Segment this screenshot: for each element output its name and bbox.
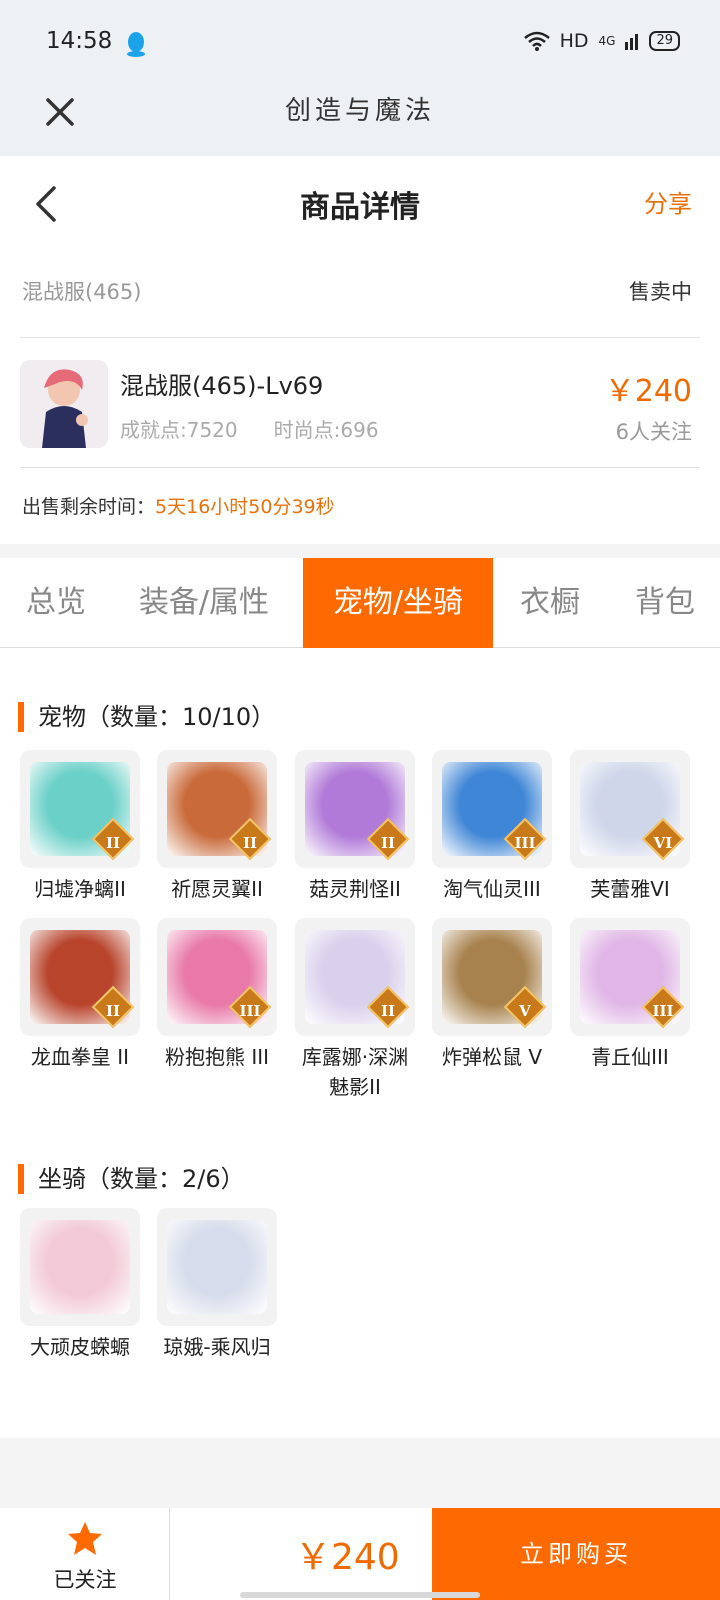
tab-equipment[interactable]: 装备/属性 (124, 558, 284, 648)
grade-badge-label: III (514, 834, 536, 852)
pet-card[interactable]: II 库露娜·深渊魅影II (293, 918, 417, 1102)
pet-thumbnail: III (432, 750, 552, 868)
tab-wardrobe[interactable]: 衣橱 (500, 558, 600, 648)
pet-name: 菇灵荆怪II (309, 877, 401, 901)
pet-name: 龙血拳皇 II (30, 1045, 130, 1069)
pet-card[interactable]: V 炸弹松鼠 V (430, 918, 554, 1072)
item-summary[interactable]: 混战服(465)-Lv69 成就点:7520 时尚点:696 ￥240 6人关注 (0, 338, 720, 468)
character-avatar (20, 360, 108, 448)
timer-row: 出售剩余时间：5天16小时50分39秒 (0, 468, 720, 544)
mount-thumbnail (157, 1208, 277, 1326)
tab-backpack[interactable]: 背包 (610, 558, 720, 648)
item-stats: 成就点:7520 时尚点:696 (120, 414, 415, 443)
pet-thumbnail: II (157, 750, 277, 868)
item-title: 混战服(465)-Lv69 (120, 372, 324, 400)
grade-badge-label: II (380, 1002, 396, 1020)
bottom-action-bar: 已关注 ￥240 立即购买 (0, 1508, 720, 1600)
pets-section-title: 宠物（数量：10/10） (18, 702, 275, 732)
pet-name: 祈愿灵翼II (171, 877, 263, 901)
home-indicator (240, 1592, 480, 1598)
pet-thumbnail: II (20, 750, 140, 868)
status-bar: 14:58 HD 4G 29 (0, 0, 720, 88)
battery-indicator: 29 (649, 31, 680, 51)
grade-badge-label: III (239, 1002, 261, 1020)
pet-thumbnail: V (432, 918, 552, 1036)
follow-label: 已关注 (53, 1568, 117, 1592)
share-button[interactable]: 分享 (644, 184, 692, 219)
mount-name: 大顽皮蝾螈 (30, 1335, 130, 1359)
follow-button[interactable]: 已关注 (0, 1508, 170, 1600)
app-titlebar: 创造与魔法 (0, 88, 720, 156)
pet-thumbnail: II (295, 750, 415, 868)
network-label: HD (559, 30, 589, 52)
pet-card[interactable]: III 淘气仙灵III (430, 750, 554, 904)
follower-count: 6人关注 (615, 420, 692, 444)
pet-card[interactable]: II 菇灵荆怪II (293, 750, 417, 904)
pet-name: 炸弹松鼠 V (441, 1045, 543, 1069)
grade-badge-label: VI (653, 834, 673, 852)
tab-pets-mounts[interactable]: 宠物/坐骑 (303, 558, 493, 648)
pet-card[interactable]: VI 芙蕾雅VI (568, 750, 692, 904)
page-title: 商品详情 (300, 190, 420, 225)
detail-tabs: 总览 装备/属性 宠物/坐骑 衣橱 背包 (0, 558, 720, 648)
mounts-section-title: 坐骑（数量：2/6） (18, 1164, 245, 1194)
status-icons: HD 4G 29 (523, 30, 680, 52)
grade-badge-label: V (519, 1002, 531, 1020)
grade-badge-label: II (242, 834, 258, 852)
achievement-points: 成就点:7520 (120, 418, 238, 442)
app-title: 创造与魔法 (284, 96, 435, 126)
pet-name: 归墟净螭II (34, 877, 126, 901)
fashion-points: 时尚点:696 (273, 418, 379, 442)
pet-card[interactable]: III 青丘仙III (568, 918, 692, 1072)
grade-badge-label: II (105, 834, 121, 852)
qq-icon (127, 32, 145, 57)
sale-status: 售卖中 (629, 280, 692, 304)
pet-name: 库露娜·深渊魅影II (301, 1045, 409, 1099)
server-row: 混战服(465) 售卖中 (0, 248, 720, 338)
mount-thumbnail (20, 1208, 140, 1326)
pet-thumbnail: II (295, 918, 415, 1036)
buy-now-button[interactable]: 立即购买 (432, 1508, 720, 1600)
star-icon (68, 1522, 102, 1555)
pet-name: 粉抱抱熊 III (164, 1045, 270, 1069)
remaining-time-label: 出售剩余时间： (22, 496, 156, 518)
mount-art (30, 1220, 130, 1314)
item-price: ￥240 (604, 374, 692, 409)
pet-thumbnail: II (20, 918, 140, 1036)
status-time: 14:58 (46, 28, 113, 54)
signal-icon (625, 34, 639, 50)
mount-name: 琼娥-乘风归 (163, 1335, 271, 1359)
pet-card[interactable]: II 祈愿灵翼II (155, 750, 279, 904)
server-name: 混战服(465) (22, 280, 142, 304)
mount-card[interactable]: 琼娥-乘风归 (155, 1208, 279, 1362)
mount-art (167, 1220, 267, 1314)
signal-label: 4G (598, 34, 616, 48)
pet-thumbnail: III (570, 918, 690, 1036)
remaining-time-value: 5天16小时50分39秒 (155, 496, 335, 518)
character-avatar-art (42, 369, 88, 448)
pet-card[interactable]: III 粉抱抱熊 III (155, 918, 279, 1072)
grade-badge-label: II (105, 1002, 121, 1020)
mount-card[interactable]: 大顽皮蝾螈 (18, 1208, 142, 1362)
pet-name: 淘气仙灵III (443, 877, 541, 901)
pets-mounts-panel: 宠物（数量：10/10） II 归墟净螭II II 祈愿灵翼II II 菇灵荆怪II III… (0, 648, 720, 1438)
wifi-icon (523, 31, 550, 51)
footer-price: ￥240 (295, 1537, 400, 1578)
pet-card[interactable]: II 归墟净螭II (18, 750, 142, 904)
grade-badge-label: II (380, 834, 396, 852)
pet-name: 芙蕾雅VI (590, 877, 670, 901)
pet-thumbnail: VI (570, 750, 690, 868)
nav-bar: 商品详情 分享 (0, 156, 720, 252)
pet-name: 青丘仙III (591, 1045, 669, 1069)
pet-thumbnail: III (157, 918, 277, 1036)
grade-badge-label: III (652, 1002, 674, 1020)
remaining-time: 出售剩余时间：5天16小时50分39秒 (22, 492, 335, 519)
pet-card[interactable]: II 龙血拳皇 II (18, 918, 142, 1072)
tab-overview[interactable]: 总览 (0, 558, 112, 648)
